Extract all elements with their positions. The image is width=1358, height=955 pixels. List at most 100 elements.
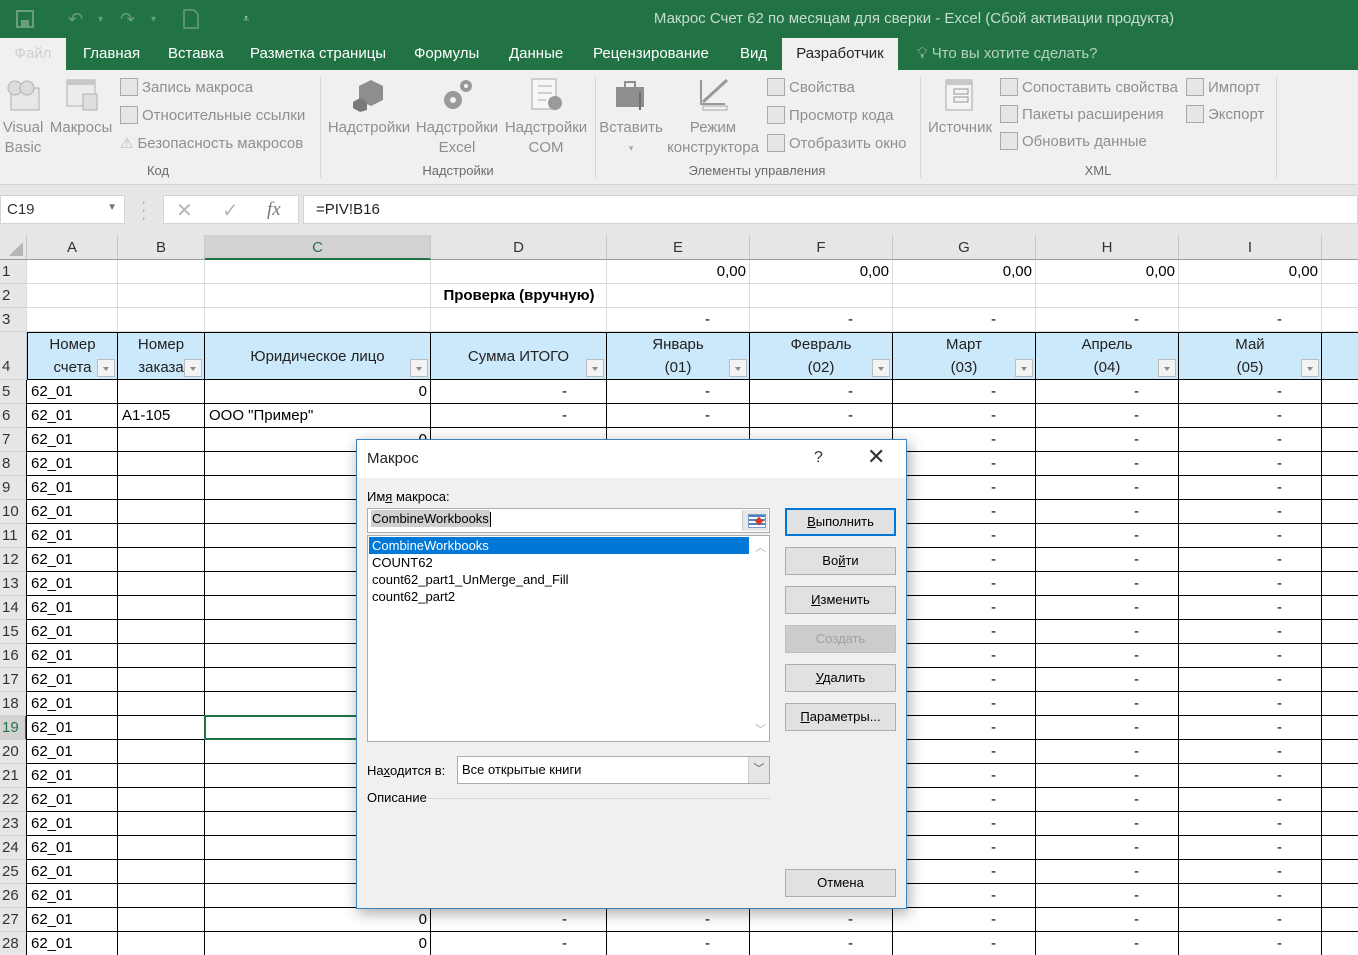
cell-h1[interactable]: 0,00	[1036, 260, 1179, 284]
macros-button[interactable]: Макросы	[48, 78, 114, 138]
cell-i10[interactable]: -	[1179, 500, 1322, 524]
cell-h25[interactable]: -	[1036, 860, 1179, 884]
cell-i11[interactable]: -	[1179, 524, 1322, 548]
design-mode-button[interactable]: Режим конструктора	[666, 78, 760, 158]
cell-i8[interactable]: -	[1179, 452, 1322, 476]
options-button[interactable]: Параметры...	[785, 703, 896, 731]
cell-h24[interactable]: -	[1036, 836, 1179, 860]
column-header-j[interactable]	[1322, 235, 1358, 260]
filter-dropdown-icon[interactable]	[410, 359, 428, 377]
row-header-27[interactable]: 27	[0, 908, 27, 932]
cell-g22[interactable]: -	[893, 788, 1036, 812]
macro-list[interactable]: ︿ ﹀ CombineWorkbooks COUNT62 count62_part1…	[367, 535, 770, 742]
cell-a19[interactable]: 62_01	[27, 716, 118, 740]
cell-f3[interactable]: -	[750, 308, 893, 332]
cell-d2[interactable]: Проверка (вручную)	[431, 284, 607, 308]
cancel-button[interactable]: Отмена	[785, 869, 896, 897]
run-button[interactable]: Выполнить	[785, 508, 896, 536]
cell-a27[interactable]: 62_01	[27, 908, 118, 932]
cell-h7[interactable]: -	[1036, 428, 1179, 452]
cell-a26[interactable]: 62_01	[27, 884, 118, 908]
filter-dropdown-icon[interactable]	[586, 359, 604, 377]
import-button[interactable]: Импорт	[1186, 76, 1260, 98]
cell-h5[interactable]: -	[1036, 380, 1179, 404]
record-macro-button[interactable]: Запись макроса	[120, 76, 253, 98]
cell-h28[interactable]: -	[1036, 932, 1179, 955]
cell-a7[interactable]: 62_01	[27, 428, 118, 452]
cell-i3[interactable]: -	[1179, 308, 1322, 332]
row-header-25[interactable]: 25	[0, 860, 27, 884]
delete-button[interactable]: Удалить	[785, 664, 896, 692]
step-into-button[interactable]: Войти	[785, 547, 896, 575]
cell-h21[interactable]: -	[1036, 764, 1179, 788]
row-header-16[interactable]: 16	[0, 644, 27, 668]
column-header-b[interactable]: B	[118, 235, 205, 260]
cell-i9[interactable]: -	[1179, 476, 1322, 500]
cell-g1[interactable]: 0,00	[893, 260, 1036, 284]
cell-g18[interactable]: -	[893, 692, 1036, 716]
tab-home[interactable]: Главная	[74, 38, 149, 70]
macro-list-item[interactable]: count62_part1_UnMerge_and_Fill	[369, 571, 749, 588]
row-header-11[interactable]: 11	[0, 524, 27, 548]
cell-g24[interactable]: -	[893, 836, 1036, 860]
macro-name-input[interactable]: CombineWorkbooks	[367, 508, 770, 533]
cell-h14[interactable]: -	[1036, 596, 1179, 620]
cell-i26[interactable]: -	[1179, 884, 1322, 908]
cell-i6[interactable]: -	[1179, 404, 1322, 428]
cell-h10[interactable]: -	[1036, 500, 1179, 524]
addins-button[interactable]: Надстройки	[327, 78, 411, 138]
cell-h15[interactable]: -	[1036, 620, 1179, 644]
column-header-h[interactable]: H	[1036, 235, 1179, 260]
cell-a14[interactable]: 62_01	[27, 596, 118, 620]
row-header-19[interactable]: 19	[0, 716, 27, 740]
column-header-e[interactable]: E	[607, 235, 750, 260]
cell-a8[interactable]: 62_01	[27, 452, 118, 476]
cell-f6[interactable]: -	[750, 404, 893, 428]
cell-e27[interactable]: -	[607, 908, 750, 932]
excel-addins-button[interactable]: Надстройки Excel	[414, 78, 500, 158]
row-header-18[interactable]: 18	[0, 692, 27, 716]
cell-g25[interactable]: -	[893, 860, 1036, 884]
column-header-a[interactable]: A	[27, 235, 118, 260]
cell-g7[interactable]: -	[893, 428, 1036, 452]
cell-a25[interactable]: 62_01	[27, 860, 118, 884]
cell-e5[interactable]: -	[607, 380, 750, 404]
filter-dropdown-icon[interactable]	[1015, 359, 1033, 377]
row-header-6[interactable]: 6	[0, 404, 27, 428]
scroll-up-icon[interactable]: ︿	[755, 539, 766, 555]
tab-formulas[interactable]: Формулы	[405, 38, 488, 70]
cell-g6[interactable]: -	[893, 404, 1036, 428]
cell-h9[interactable]: -	[1036, 476, 1179, 500]
column-header-i[interactable]: I	[1179, 235, 1322, 260]
edit-button[interactable]: Изменить	[785, 586, 896, 614]
cell-d6[interactable]: -	[431, 404, 607, 428]
cell-i7[interactable]: -	[1179, 428, 1322, 452]
chevron-down-icon[interactable]: ﹀	[748, 757, 769, 783]
row-header-26[interactable]: 26	[0, 884, 27, 908]
cell-i27[interactable]: -	[1179, 908, 1322, 932]
cell-g5[interactable]: -	[893, 380, 1036, 404]
cell-a17[interactable]: 62_01	[27, 668, 118, 692]
tab-file[interactable]: Файл	[0, 38, 66, 70]
help-button[interactable]: ?	[814, 449, 823, 467]
cell-g12[interactable]: -	[893, 548, 1036, 572]
cell-i25[interactable]: -	[1179, 860, 1322, 884]
row-header-9[interactable]: 9	[0, 476, 27, 500]
cell-e1[interactable]: 0,00	[607, 260, 750, 284]
cell-a16[interactable]: 62_01	[27, 644, 118, 668]
tell-me-search[interactable]: 💡︎ Что вы хотите сделать?	[908, 38, 1107, 70]
cell-i21[interactable]: -	[1179, 764, 1322, 788]
cell-a9[interactable]: 62_01	[27, 476, 118, 500]
cell-g3[interactable]: -	[893, 308, 1036, 332]
cell-h27[interactable]: -	[1036, 908, 1179, 932]
cell-i15[interactable]: -	[1179, 620, 1322, 644]
scroll-down-icon[interactable]: ﹀	[755, 721, 766, 737]
cell-a6[interactable]: 62_01	[27, 404, 118, 428]
run-dialog-button[interactable]: Отобразить окно	[767, 132, 906, 154]
column-header-f[interactable]: F	[750, 235, 893, 260]
select-all-button[interactable]	[0, 235, 27, 260]
name-box[interactable]: C19 ▼	[0, 195, 125, 224]
cell-g27[interactable]: -	[893, 908, 1036, 932]
cell-g23[interactable]: -	[893, 812, 1036, 836]
cell-c28[interactable]: 0	[205, 932, 431, 955]
